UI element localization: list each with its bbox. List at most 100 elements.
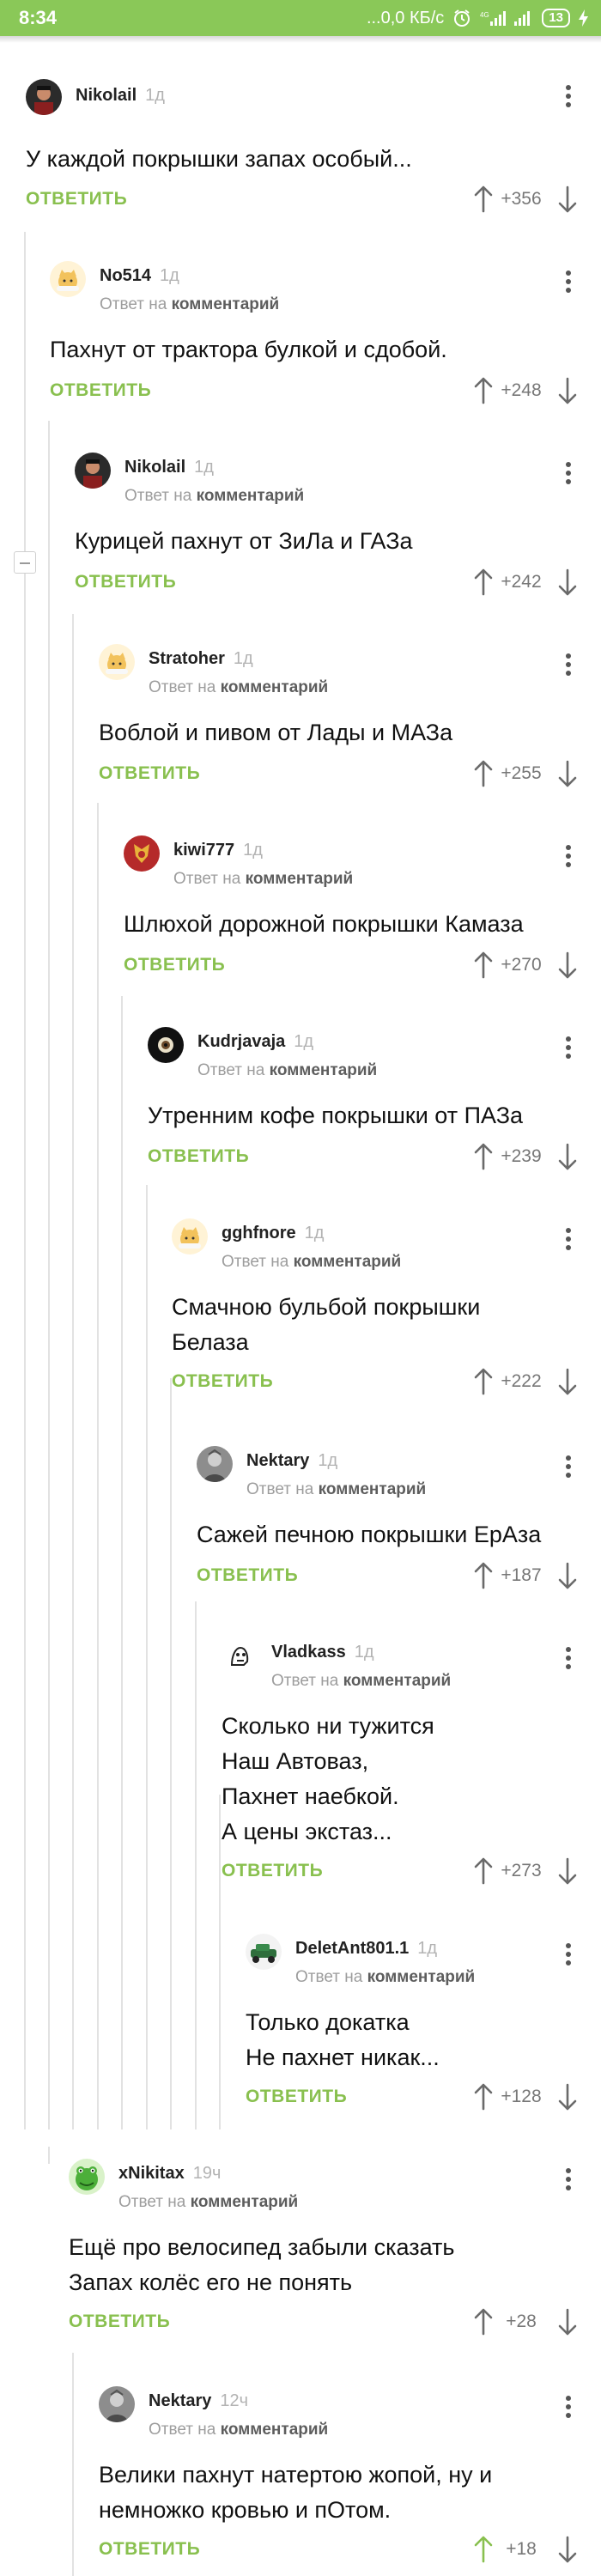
downvote-icon[interactable] [556,185,579,215]
author-name[interactable]: xNikitax 19ч [118,2164,221,2184]
reply-button[interactable]: ОТВЕТИТЬ [75,572,176,592]
upvote-icon[interactable] [472,951,495,981]
more-options-icon[interactable] [558,456,579,490]
author-link[interactable]: No514 [100,266,151,285]
reply-to-comment-link[interactable]: комментарий [221,678,329,696]
downvote-icon[interactable] [556,1143,579,1172]
upvote-icon[interactable] [472,1857,495,1886]
kudrjavaja-avatar[interactable] [148,1027,184,1063]
frog-avatar[interactable] [69,2159,105,2195]
cat-avatar[interactable] [172,1218,208,1255]
author-link[interactable]: Nikolail [124,458,185,477]
downvote-icon[interactable] [556,1857,579,1886]
downvote-icon[interactable] [556,1562,579,1591]
reply-button[interactable]: ОТВЕТИТЬ [197,1565,298,1586]
reply-button[interactable]: ОТВЕТИТЬ [26,189,127,210]
downvote-icon[interactable] [556,377,579,406]
reply-button[interactable]: ОТВЕТИТЬ [124,955,225,975]
more-options-icon[interactable] [558,1449,579,1484]
upvote-icon[interactable] [472,760,495,789]
author-link[interactable]: Nikolail [76,86,137,105]
reply-button[interactable]: ОТВЕТИТЬ [99,763,200,784]
comment-footer: ОТВЕТИТЬ +242 [75,568,582,603]
downvote-icon[interactable] [556,760,579,789]
author-name[interactable]: Nektary 1д [246,1451,337,1471]
upvote-icon[interactable] [472,2536,495,2565]
nikolail-avatar[interactable] [75,453,111,489]
author-name[interactable]: Nektary 12ч [149,2391,248,2411]
more-options-icon[interactable] [558,2390,579,2424]
more-options-icon[interactable] [558,1222,579,1256]
author-link[interactable]: Stratoher [149,649,225,668]
reply-button[interactable]: ОТВЕТИТЬ [222,1861,323,1881]
reply-to-comment-link[interactable]: комментарий [343,1672,452,1690]
upvote-icon[interactable] [472,1143,495,1172]
downvote-icon[interactable] [556,2536,579,2565]
author-link[interactable]: Nektary [149,2391,211,2410]
reply-to-comment-link[interactable]: комментарий [246,870,354,888]
more-options-icon[interactable] [558,647,579,682]
author-name[interactable]: No514 1д [100,266,179,286]
author-name[interactable]: Kudrjavaja 1д [197,1032,313,1052]
kiwi-avatar[interactable] [124,835,160,872]
more-options-icon[interactable] [558,2162,579,2196]
downvote-icon[interactable] [556,2083,579,2112]
reply-to-comment-link[interactable]: комментарий [197,487,305,505]
cat-avatar[interactable] [50,261,86,297]
vladkass-avatar[interactable] [222,1637,258,1674]
downvote-icon[interactable] [556,2308,579,2337]
author-name[interactable]: kiwi777 1д [173,841,263,860]
author-link[interactable]: Nektary [246,1451,309,1470]
author-name[interactable]: Vladkass 1д [271,1643,374,1662]
upvote-icon[interactable] [472,568,495,598]
nektary-avatar[interactable] [197,1446,233,1482]
reply-to-comment-link[interactable]: комментарий [270,1061,378,1079]
reply-to-comment-link[interactable]: комментарий [294,1253,402,1271]
reply-button[interactable]: ОТВЕТИТЬ [148,1146,249,1167]
nikolail-avatar[interactable] [26,79,62,115]
reply-to-comment-link[interactable]: комментарий [191,2193,299,2211]
author-link[interactable]: Vladkass [271,1643,346,1662]
upvote-icon[interactable] [472,2083,495,2112]
upvote-icon[interactable] [472,1562,495,1591]
author-name[interactable]: gghfnore 1д [222,1224,324,1243]
upvote-icon[interactable] [472,185,495,215]
nektary-avatar[interactable] [99,2386,135,2422]
reply-button[interactable]: ОТВЕТИТЬ [172,1371,273,1392]
upvote-icon[interactable] [472,1368,495,1397]
author-link[interactable]: gghfnore [222,1224,296,1242]
author-name[interactable]: Nikolail 1д [76,86,165,106]
author-link[interactable]: xNikitax [118,2164,185,2183]
author-link[interactable]: Kudrjavaja [197,1032,285,1051]
downvote-icon[interactable] [556,951,579,981]
author-link[interactable]: DeletAnt801.1 [295,1939,409,1958]
dot [566,2404,571,2409]
reply-to-comment-link[interactable]: комментарий [221,2421,329,2439]
more-options-icon[interactable] [558,79,579,113]
author-name[interactable]: Stratoher 1д [149,649,253,669]
author-link[interactable]: kiwi777 [173,841,234,860]
downvote-icon[interactable] [556,1368,579,1397]
more-options-icon[interactable] [558,264,579,299]
reply-to-comment-link[interactable]: комментарий [367,1968,476,1986]
reply-button[interactable]: ОТВЕТИТЬ [246,2087,347,2107]
more-options-icon[interactable] [558,1030,579,1065]
more-options-icon[interactable] [558,1641,579,1675]
upvote-icon[interactable] [472,377,495,406]
deletant-avatar[interactable] [246,1934,282,1970]
reply-button[interactable]: ОТВЕТИТЬ [50,380,151,401]
author-name[interactable]: DeletAnt801.1 1д [295,1939,437,1959]
more-options-icon[interactable] [558,1937,579,1971]
author-name[interactable]: Nikolail 1д [124,458,214,477]
dot [566,1236,571,1242]
downvote-icon[interactable] [556,568,579,598]
cat-avatar[interactable] [99,644,135,680]
more-options-icon[interactable] [558,839,579,873]
reply-button[interactable]: ОТВЕТИТЬ [69,2312,170,2332]
collapse-thread-button[interactable] [14,551,36,574]
reply-to-comment-link[interactable]: комментарий [172,295,280,313]
comment-header: kiwi777 1д Ответ на комментарий [124,835,584,888]
upvote-icon[interactable] [472,2308,495,2337]
reply-button[interactable]: ОТВЕТИТЬ [99,2539,200,2560]
reply-to-comment-link[interactable]: комментарий [319,1480,427,1498]
